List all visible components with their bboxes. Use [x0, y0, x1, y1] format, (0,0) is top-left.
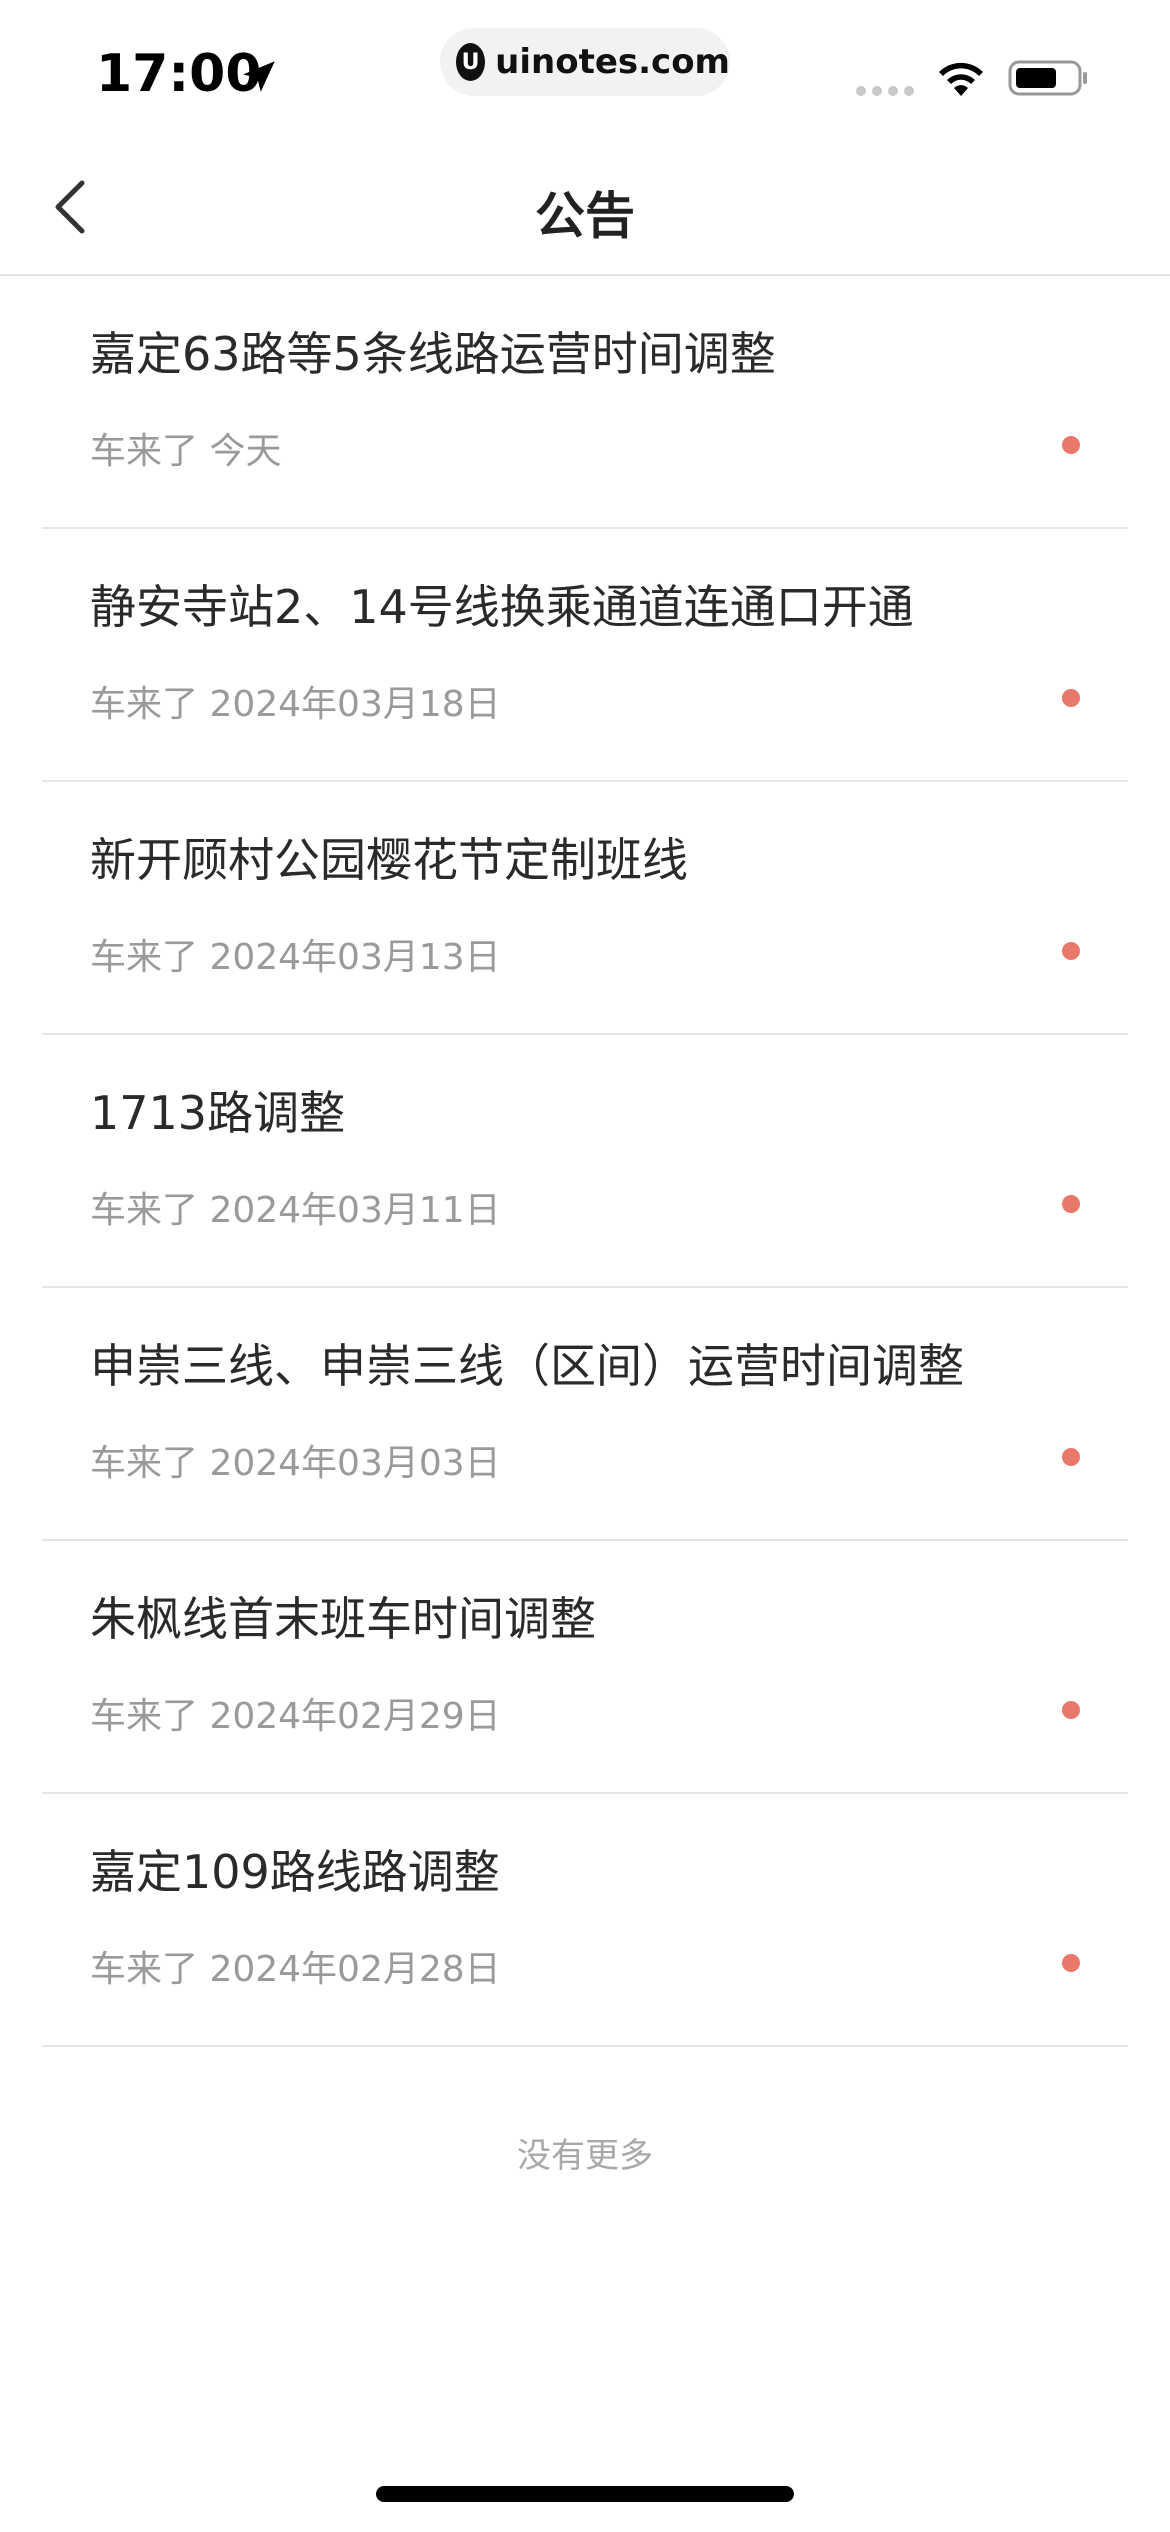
url-pill[interactable]: U uinotes.com — [440, 28, 730, 96]
notice-meta: 车来了 2024年03月13日 — [90, 937, 501, 978]
notice-meta: 车来了 2024年03月11日 — [90, 1190, 501, 1231]
nav-bar: 公告 — [0, 140, 1170, 276]
unread-dot — [1062, 942, 1080, 960]
page-title: 公告 — [535, 187, 635, 245]
unread-dot — [1062, 436, 1080, 454]
location-arrow-icon — [243, 61, 275, 92]
unread-dot — [1062, 1448, 1080, 1466]
notice-meta: 车来了 2024年03月18日 — [90, 684, 501, 725]
battery-icon — [1008, 60, 1087, 96]
list-item[interactable]: 嘉定63路等5条线路运营时间调整 车来了 今天 — [42, 276, 1128, 529]
notice-meta: 车来了 2024年02月28日 — [90, 1949, 501, 1990]
notice-title: 1713路调整 — [90, 1086, 346, 1140]
wifi-icon — [939, 62, 983, 96]
unread-dot — [1062, 1701, 1080, 1719]
notice-meta: 车来了 今天 — [90, 431, 282, 472]
unread-dot — [1062, 1195, 1080, 1213]
site-logo-icon: U — [456, 43, 486, 81]
unread-dot — [1062, 689, 1080, 707]
list-item[interactable]: 新开顾村公园樱花节定制班线 车来了 2024年03月13日 — [42, 782, 1128, 1035]
notice-title: 嘉定109路线路调整 — [90, 1845, 500, 1899]
notice-list: 嘉定63路等5条线路运营时间调整 车来了 今天 静安寺站2、14号线换乘通道连通… — [0, 276, 1170, 2047]
list-item[interactable]: 1713路调整 车来了 2024年03月11日 — [42, 1035, 1128, 1288]
notice-title: 嘉定63路等5条线路运营时间调整 — [90, 327, 776, 381]
status-time: 17:00 — [96, 44, 262, 104]
home-indicator[interactable] — [376, 2486, 794, 2502]
no-more-label: 没有更多 — [517, 2136, 653, 2176]
notice-meta: 车来了 2024年02月29日 — [90, 1696, 501, 1737]
notice-title: 新开顾村公园樱花节定制班线 — [90, 833, 688, 887]
notice-title: 静安寺站2、14号线换乘通道连通口开通 — [90, 580, 914, 634]
unread-dot — [1062, 1954, 1080, 1972]
list-item[interactable]: 静安寺站2、14号线换乘通道连通口开通 车来了 2024年03月18日 — [42, 529, 1128, 782]
signal-dots-icon — [856, 86, 916, 96]
url-text: uinotes.com — [495, 42, 730, 82]
list-item[interactable]: 申崇三线、申崇三线（区间）运营时间调整 车来了 2024年03月03日 — [42, 1288, 1128, 1541]
notice-title: 朱枫线首末班车时间调整 — [90, 1592, 596, 1646]
notice-title: 申崇三线、申崇三线（区间）运营时间调整 — [90, 1339, 964, 1393]
status-bar: 17:00 U uinotes.com — [0, 0, 1170, 140]
list-item[interactable]: 朱枫线首末班车时间调整 车来了 2024年02月29日 — [42, 1541, 1128, 1794]
notice-meta: 车来了 2024年03月03日 — [90, 1443, 501, 1484]
list-item[interactable]: 嘉定109路线路调整 车来了 2024年02月28日 — [42, 1794, 1128, 2047]
